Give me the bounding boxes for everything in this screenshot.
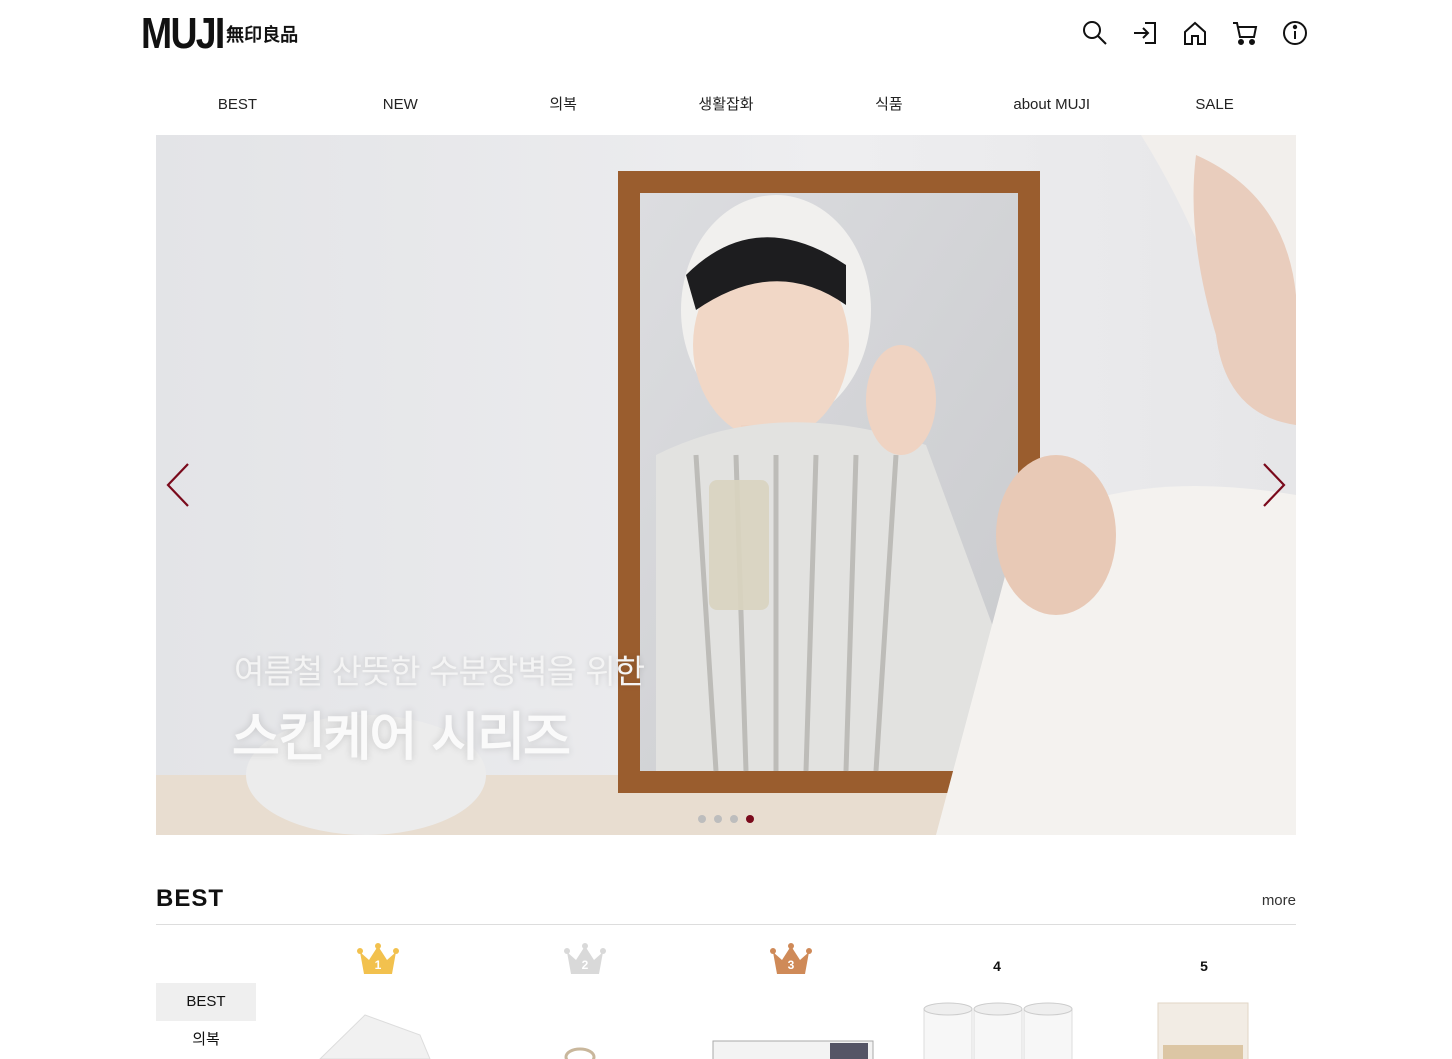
rank-4-label: 4 [993, 958, 1001, 974]
tab-best[interactable]: BEST [156, 983, 256, 1021]
muji-logo[interactable]: MUJI 無印良品 [141, 9, 299, 58]
main-nav: BEST NEW 의복 생활잡화 식품 about MUJI SALE [156, 92, 1296, 118]
slide-dot[interactable] [730, 815, 738, 823]
product-image [923, 1002, 1073, 1059]
slide-dot[interactable] [698, 815, 706, 823]
search-icon[interactable] [1081, 18, 1109, 48]
prev-slide-arrow[interactable] [164, 460, 194, 510]
hero-banner[interactable]: 여름철 산뜻한 수분장벽을 위한 스킨케어 시리즈 [156, 135, 1296, 835]
rank-number: 3 [787, 958, 795, 972]
nav-item-new[interactable]: NEW [319, 92, 482, 118]
header-icons [1081, 18, 1309, 48]
login-icon[interactable] [1131, 18, 1159, 48]
rank-2-badge: 2 [555, 942, 615, 982]
logo-wordmark: MUJI [141, 9, 225, 58]
hero-subtitle: 여름철 산뜻한 수분장벽을 위한 [234, 652, 645, 691]
slide-dot-active[interactable] [746, 815, 754, 823]
product-image [1157, 1002, 1249, 1059]
more-link[interactable]: more [1262, 892, 1296, 909]
best-category-tabs: BEST 의복 [156, 983, 256, 1059]
rank-number: 2 [581, 958, 589, 972]
rank-3-badge: 3 [761, 942, 821, 982]
nav-item-clothing[interactable]: 의복 [482, 92, 645, 118]
rank-number: 1 [374, 958, 382, 972]
best-section-header: BEST more [156, 883, 1296, 925]
product-thumb-2[interactable] [500, 995, 670, 1059]
product-image [319, 1014, 431, 1059]
logo-kanji: 無印良品 [226, 25, 299, 46]
hero-title: 스킨케어 시리즈 [232, 708, 571, 768]
nav-item-household[interactable]: 생활잡화 [645, 92, 808, 118]
home-icon[interactable] [1181, 18, 1209, 48]
section-title: BEST [156, 885, 225, 912]
product-thumb-4[interactable] [912, 995, 1082, 1059]
nav-item-about[interactable]: about MUJI [970, 92, 1133, 118]
info-icon[interactable] [1281, 18, 1309, 48]
cart-icon[interactable] [1231, 18, 1259, 48]
product-thumb-5[interactable] [1118, 995, 1288, 1059]
rank-1-badge: 1 [348, 942, 408, 982]
product-thumb-1[interactable] [310, 995, 480, 1059]
nav-item-sale[interactable]: SALE [1133, 92, 1296, 118]
product-image [712, 1040, 874, 1059]
slide-dot[interactable] [714, 815, 722, 823]
slide-indicator [698, 815, 754, 823]
product-image [564, 1047, 596, 1059]
tab-clothing[interactable]: 의복 [156, 1021, 256, 1059]
nav-item-food[interactable]: 식품 [807, 92, 970, 118]
nav-item-best[interactable]: BEST [156, 92, 319, 118]
rank-5-label: 5 [1200, 958, 1208, 974]
product-thumb-3[interactable] [705, 995, 875, 1059]
next-slide-arrow[interactable] [1258, 460, 1288, 510]
